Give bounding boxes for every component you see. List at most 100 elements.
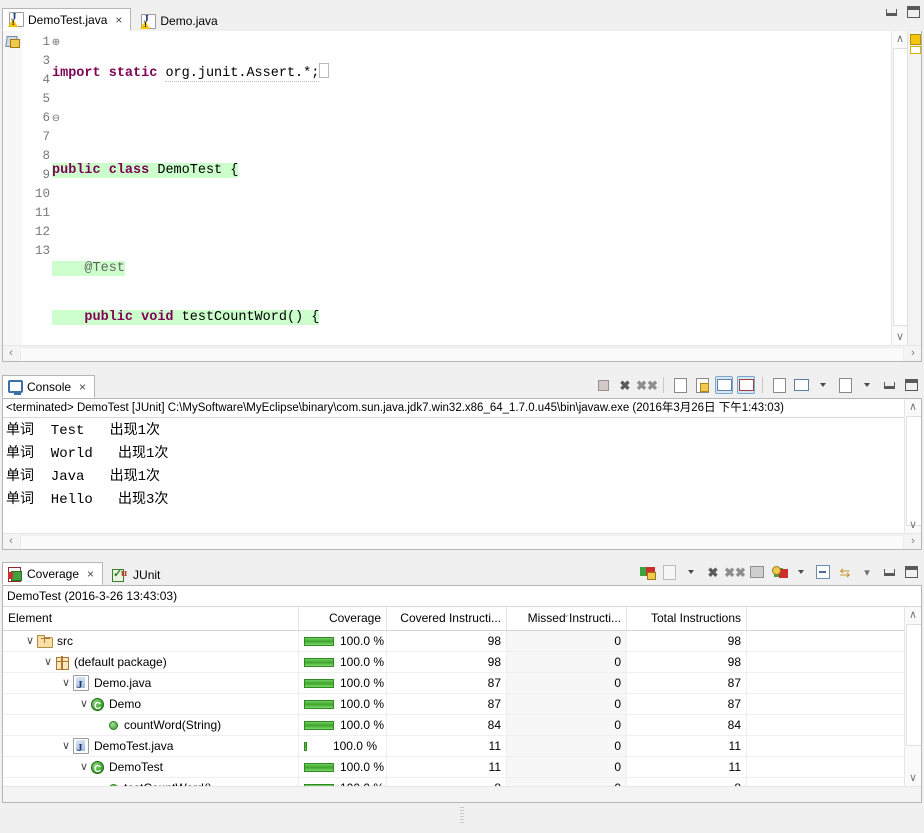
row-total: 11 [627,757,747,777]
tree-twisty[interactable]: ∨ [77,757,91,777]
coverage-bar-wrap [304,657,334,667]
row-total: 87 [627,694,747,714]
close-icon[interactable]: × [113,14,124,26]
line-number: 7 [42,130,50,144]
console-vertical-scrollbar[interactable]: ∧ ∨ [904,399,921,533]
coverage-horizontal-scrollbar[interactable] [3,786,921,802]
select-session-button[interactable] [770,563,788,581]
scroll-left-icon[interactable]: ‹ [3,534,19,549]
scrollbar-thumb[interactable] [906,624,921,746]
display-selected-console-dropdown[interactable] [814,376,832,394]
console-output-text[interactable]: 单词 Test 出现1次 单词 World 出现1次 单词 Java 出现1次 … [3,418,904,533]
console-output-container[interactable]: <terminated> DemoTest [JUnit] C:\MySoftw… [2,398,922,550]
editor-source-code[interactable]: import static org.junit.Assert.*; public… [50,31,892,361]
console-horizontal-scrollbar[interactable]: ‹ › [3,533,921,549]
coverage-percent: 100.0 % [340,718,385,732]
open-console-button[interactable] [836,376,854,394]
scroll-right-icon[interactable]: › [905,346,921,361]
bookmark-icon[interactable] [5,34,20,48]
clear-console-button[interactable] [671,376,689,394]
select-counters-button[interactable] [748,563,766,581]
editor-horizontal-scrollbar[interactable]: ‹ › [3,345,921,361]
view-menu-button[interactable]: ▾ [858,563,876,581]
table-row[interactable]: ∨ src 100.0 % 98 0 98 [3,631,904,652]
remove-all-sessions-button[interactable]: ✖✖ [724,563,746,581]
tab-coverage[interactable]: Coverage × [2,562,104,585]
editor-tab-demo[interactable]: J ! Demo.java [134,10,228,31]
tree-twisty[interactable]: ∨ [59,673,73,693]
tree-twisty[interactable]: ∨ [23,631,37,651]
editor-tab-demotest[interactable]: J ! DemoTest.java × [2,8,132,31]
scroll-right-icon[interactable]: › [905,534,921,549]
column-header-covered-instructions[interactable]: Covered Instructi... [387,607,507,630]
link-with-selection-button[interactable]: ⇆ [836,563,854,581]
minimize-icon[interactable] [886,8,897,16]
coverage-table[interactable]: Element Coverage Covered Instructi... ⌄ … [3,607,904,786]
tab-console[interactable]: Console × [2,375,96,398]
scroll-up-icon[interactable]: ∧ [905,399,921,415]
scroll-down-icon[interactable]: ∨ [905,770,921,786]
scroll-up-icon[interactable]: ∧ [905,607,921,623]
scrollbar-thumb[interactable] [20,535,904,549]
tree-twisty[interactable]: ∨ [77,694,91,714]
editor-overview-ruler[interactable] [907,31,921,345]
display-selected-console-button[interactable] [792,376,810,394]
folded-marker-icon[interactable] [910,46,921,54]
coverage-table-container[interactable]: DemoTest (2016-3-26 13:43:03) Element Co… [2,585,922,803]
method-icon [109,720,118,730]
scroll-lock-button[interactable] [693,376,711,394]
scroll-left-icon[interactable]: ‹ [3,346,19,361]
table-row[interactable]: ∨ Demo.java 100.0 % 87 0 87 [3,673,904,694]
scroll-down-icon[interactable]: ∨ [892,329,908,345]
tab-junit[interactable]: ✓ u JUnit [106,564,171,585]
remove-session-button[interactable]: ✖ [704,563,722,581]
scrollbar-thumb[interactable] [906,416,921,526]
column-header-total-instructions[interactable]: Total Instructions [627,607,747,630]
import-session-dropdown[interactable] [682,563,700,581]
tree-twisty[interactable]: ∨ [59,736,73,756]
coverage-session-button[interactable] [638,563,656,581]
show-console-on-error-button[interactable] [737,376,755,394]
editor-vertical-scrollbar[interactable]: ∧ ∨ [891,31,909,345]
close-icon[interactable]: × [77,381,88,393]
minimize-button[interactable] [880,563,898,581]
remove-all-launches-button[interactable]: ✖✖ [636,376,658,394]
chevron-down-icon [798,570,804,574]
open-console-dropdown[interactable] [858,376,876,394]
keyword-import: import [52,66,101,81]
select-session-dropdown[interactable] [792,563,810,581]
row-filler [747,631,900,651]
table-row[interactable]: testCountWord() 100.0 % 8 0 8 [3,778,904,786]
pin-console-button[interactable] [770,376,788,394]
remove-launch-button[interactable]: ✖ [616,376,634,394]
collapse-all-button[interactable] [814,563,832,581]
table-row[interactable]: ∨ DemoTest 100.0 % 11 0 11 [3,757,904,778]
close-icon[interactable]: × [85,568,96,580]
editor-text-container[interactable]: 1 3 4 5 6 7 8 9 10 11 12 13 ⊕ ⊖ import s… [2,31,922,362]
table-row[interactable]: ∨ Demo 100.0 % 87 0 87 [3,694,904,715]
java-file-icon [73,675,89,691]
terminate-button[interactable] [594,376,612,394]
maximize-button[interactable] [902,376,920,394]
maximize-button[interactable] [902,563,920,581]
column-header-coverage[interactable]: Coverage [299,607,387,630]
scroll-down-icon[interactable]: ∨ [905,517,921,533]
row-coverage: 100.0 % [299,757,387,777]
minimize-button[interactable] [880,376,898,394]
column-header-missed-instructions[interactable]: ⌄ Missed Instructi... [507,607,627,630]
scrollbar-thumb[interactable] [20,347,904,361]
coverage-vertical-scrollbar[interactable]: ∧ ∨ [904,607,921,786]
table-row[interactable]: countWord(String) 100.0 % 84 0 84 [3,715,904,736]
table-row[interactable]: ∨ DemoTest.java 100.0 % 11 0 11 [3,736,904,757]
tree-twisty[interactable]: ∨ [41,652,55,672]
perspective-resize-handle[interactable] [460,807,464,825]
row-total: 11 [627,736,747,756]
show-console-on-output-button[interactable] [715,376,733,394]
warning-marker-icon[interactable] [910,34,921,45]
column-header-element[interactable]: Element [3,607,299,630]
table-row[interactable]: ∨ (default package) 100.0 % 98 0 98 [3,652,904,673]
editor-marker-gutter[interactable] [3,31,23,361]
scroll-up-icon[interactable]: ∧ [892,31,908,47]
maximize-icon[interactable] [907,6,920,18]
import-session-button[interactable] [660,563,678,581]
